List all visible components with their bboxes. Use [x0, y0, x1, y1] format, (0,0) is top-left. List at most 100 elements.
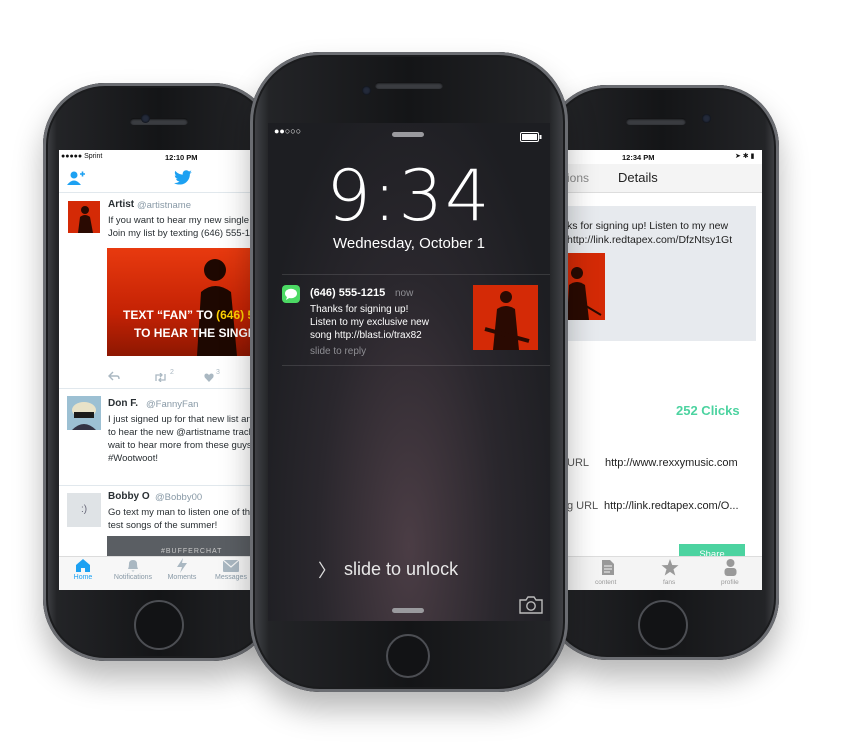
- clicks-count: 252 Clicks: [676, 403, 740, 418]
- slide-to-unlock[interactable]: slide to unlock: [344, 559, 458, 580]
- details-screen: 12:34 PM ➤ ✱ ▮ ions Details ks for signi…: [567, 150, 762, 590]
- tweet-text: wait to hear more from these guys: [108, 440, 251, 451]
- banner-line2: TO HEAR THE SINGLE FI: [134, 326, 251, 340]
- tab-notifications[interactable]: Notifications: [109, 556, 157, 588]
- message-artwork: [567, 253, 605, 320]
- message-link[interactable]: http://link.redtapex.com/DfzNtsy1Gt: [567, 234, 732, 246]
- tweet-text: to hear the new @artistname track: [108, 427, 251, 438]
- tweet-text: Join my list by texting (646) 555-12: [108, 228, 251, 239]
- left-phone-camera: [141, 114, 150, 123]
- don-avatar[interactable]: [67, 396, 101, 430]
- tweet-text: #Wootwoot!: [108, 453, 158, 464]
- tab-label: Home: [73, 574, 93, 581]
- tab-profile[interactable]: profile: [713, 559, 747, 589]
- nav-bar: [567, 164, 762, 193]
- row-label: g URL: [567, 500, 599, 512]
- chevron-right-icon: 〉: [318, 561, 336, 581]
- twitter-logo-icon: [173, 170, 193, 186]
- tweet-text: Go text my man to listen one of the: [108, 507, 251, 518]
- tab-home[interactable]: Home: [59, 556, 107, 588]
- tab-moments[interactable]: Moments: [158, 556, 206, 588]
- tab-label: content: [595, 579, 617, 586]
- tab-label: Messages: [215, 574, 247, 581]
- lightning-icon: [176, 558, 188, 573]
- status-carrier: ●●●●● Sprint: [61, 153, 103, 160]
- banner-line1: TEXT “FAN” TO (646) 555-: [123, 308, 251, 322]
- tweet-author[interactable]: Bobby O: [108, 491, 150, 502]
- artist-avatar[interactable]: [68, 201, 100, 233]
- tab-messages[interactable]: Messages: [207, 556, 255, 588]
- tab-label: fans: [663, 579, 676, 586]
- left-phone-speaker: [130, 118, 188, 125]
- right-phone-camera: [702, 114, 711, 123]
- signal-dots: ●●○○○: [274, 126, 302, 136]
- person-icon: [724, 559, 737, 576]
- message-text: ks for signing up! Listen to my new: [567, 220, 729, 232]
- tab-content[interactable]: content: [591, 559, 625, 589]
- retweet-count: 2: [170, 369, 174, 376]
- banner-phone: (646) 555-: [216, 308, 251, 322]
- tweet-handle[interactable]: @Bobby00: [155, 492, 202, 503]
- back-button[interactable]: ions: [567, 171, 589, 185]
- messages-app-icon: [282, 285, 300, 303]
- slide-to-reply[interactable]: slide to reply: [310, 346, 366, 357]
- right-phone-speaker: [626, 118, 686, 125]
- document-icon: [602, 560, 614, 575]
- tab-label: profile: [721, 579, 739, 586]
- center-home-button[interactable]: [386, 634, 430, 678]
- row-label: URL: [567, 457, 590, 469]
- grabber-top[interactable]: [392, 132, 424, 137]
- page-title: Details: [618, 170, 658, 185]
- avatar-emoticon: :): [80, 504, 88, 515]
- notification-artwork: [473, 285, 538, 350]
- grabber-bottom[interactable]: [392, 608, 424, 613]
- lock-screen: ●●○○○ 9:34 Wednesday, October 1 (646) 55…: [268, 123, 550, 621]
- reply-icon[interactable]: [108, 368, 120, 381]
- tweet-text: test songs of the summer!: [108, 520, 218, 531]
- like-icon[interactable]: [204, 369, 214, 382]
- star-icon: [661, 559, 679, 576]
- right-home-button[interactable]: [638, 600, 688, 650]
- status-icons: ➤ ✱ ▮: [735, 153, 755, 160]
- battery-icon: [520, 129, 542, 142]
- envelope-icon: [222, 559, 240, 572]
- tweet-author[interactable]: Artist: [108, 199, 134, 210]
- notification-text: Listen to my exclusive new: [310, 317, 429, 328]
- tab-label: Notifications: [113, 574, 153, 581]
- bell-icon: [126, 558, 140, 573]
- tweet[interactable]: :) Bobby O @Bobby00 Go text my man to li…: [59, 486, 251, 566]
- center-phone-camera: [362, 86, 371, 95]
- tweet[interactable]: Artist @artistname If you want to hear m…: [59, 193, 251, 388]
- tweet-text: If you want to hear my new single: [108, 215, 249, 226]
- tweet-handle[interactable]: @FannyFan: [146, 399, 198, 410]
- tweet-media-banner[interactable]: TEXT “FAN” TO (646) 555- TO HEAR THE SIN…: [107, 248, 251, 356]
- media-hashtag: #BUFFERCHAT: [161, 548, 223, 555]
- notification-time: now: [395, 288, 414, 299]
- add-user-icon[interactable]: [67, 170, 85, 186]
- notification[interactable]: (646) 555-1215 now Thanks for signing up…: [268, 275, 550, 365]
- like-count: 3: [216, 369, 220, 376]
- tweet[interactable]: Don F. @FannyFan I just signed up for th…: [59, 389, 251, 485]
- lock-time: 9:34: [326, 155, 492, 237]
- tab-fans[interactable]: fans: [653, 559, 687, 589]
- notification-sender: (646) 555-1215: [310, 287, 386, 299]
- notification-text: song http://blast.io/trax82: [310, 330, 422, 341]
- camera-icon[interactable]: [519, 596, 543, 614]
- retweet-icon[interactable]: [154, 369, 167, 383]
- tweet-author[interactable]: Don F.: [108, 398, 138, 409]
- left-home-button[interactable]: [134, 600, 184, 650]
- notification-text: Thanks for signing up!: [310, 304, 409, 315]
- status-time: 12:34 PM: [622, 153, 655, 162]
- center-phone-speaker: [375, 82, 443, 89]
- tweet-media-preview[interactable]: #BUFFERCHAT: [107, 536, 251, 558]
- lock-date: Wednesday, October 1: [332, 235, 486, 252]
- bobby-avatar[interactable]: :): [67, 493, 101, 527]
- row-value[interactable]: http://www.rexxymusic.com: [605, 457, 738, 469]
- row-value[interactable]: http://link.redtapex.com/O...: [604, 500, 739, 512]
- status-time: 12:10 PM: [165, 153, 198, 162]
- tweet-text: I just signed up for that new list an: [108, 414, 251, 425]
- divider: [282, 365, 550, 366]
- tweet-handle[interactable]: @artistname: [137, 200, 191, 211]
- home-icon: [75, 558, 91, 573]
- twitter-screen: ●●●●● Sprint 12:10 PM Artist @artistname…: [59, 150, 251, 590]
